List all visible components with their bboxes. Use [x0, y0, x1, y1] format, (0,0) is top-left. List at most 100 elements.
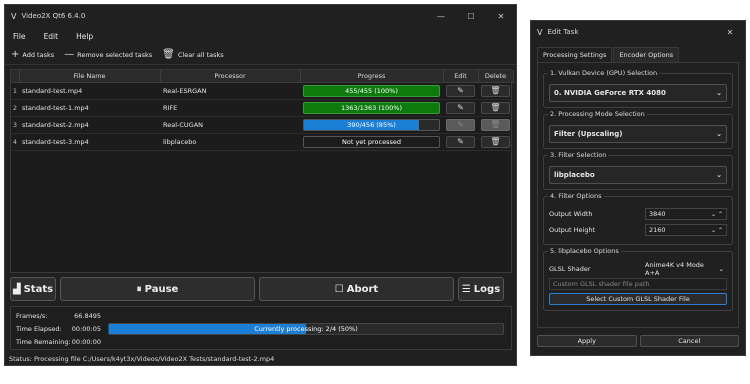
edit-task-button[interactable]: ✎	[446, 118, 475, 131]
header-index	[11, 70, 20, 83]
stats-panel: Frames/s: 66.8495 Time Elapsed: 00:00:05…	[10, 306, 512, 350]
delete-task-button[interactable]: 🗑	[481, 101, 510, 114]
table-row[interactable]: 1 standard-test.mp4 Real-ESRGAN 455/455 …	[11, 82, 513, 100]
stat-fps: Frames/s: 66.8495	[16, 312, 101, 320]
row-index: 1	[11, 82, 19, 100]
row-index: 3	[11, 116, 19, 134]
filter-select[interactable]: libplacebo ⌄	[549, 166, 727, 184]
shader-path-input[interactable]: Custom GLSL shader file path	[549, 278, 727, 290]
pause-button[interactable]: ⏸ Pause	[60, 277, 255, 301]
minus-icon: —	[64, 49, 75, 60]
table-row[interactable]: 4 standard-test-3.mp4 libplacebo Not yet…	[11, 133, 513, 151]
spin-arrows-icon[interactable]: ⌄ ⌃	[711, 211, 723, 218]
row-file-name[interactable]: standard-test-1.mp4	[19, 99, 160, 117]
delete-task-button[interactable]: 🗑	[481, 118, 510, 131]
tab-processing-settings[interactable]: Processing Settings	[537, 47, 613, 62]
filter-group: 3. Filter Selection libplacebo ⌄	[543, 151, 733, 190]
output-height-spinbox[interactable]: 2160 ⌄ ⌃	[645, 224, 727, 236]
libplacebo-group-title: 5. libplacebo Options	[548, 247, 621, 255]
chart-icon: ▟	[12, 283, 21, 295]
logs-button[interactable]: ☰ Logs	[458, 277, 504, 301]
mode-select-value: Filter (Upscaling)	[554, 130, 623, 138]
main-window: V Video2X Qt6 6.4.0 — ☐ ✕ File Edit Help…	[4, 4, 517, 366]
pencil-icon: ✎	[457, 102, 464, 112]
apply-button[interactable]: Apply	[537, 335, 637, 347]
pencil-icon: ✎	[457, 119, 464, 129]
chevron-down-icon: ⌄	[718, 265, 724, 273]
table-row[interactable]: 3 standard-test-2.mp4 Real-CUGAN 390/456…	[11, 116, 513, 134]
gpu-select[interactable]: 0. NVIDIA GeForce RTX 4080 ⌄	[549, 84, 727, 102]
elapsed-label: Time Elapsed:	[16, 325, 62, 333]
edit-task-button[interactable]: ✎	[446, 101, 475, 114]
table-row[interactable]: 2 standard-test-1.mp4 RIFE 1363/1363 (10…	[11, 99, 513, 117]
row-progress-bar: 390/456 (85%)	[303, 118, 440, 131]
menu-edit[interactable]: Edit	[44, 32, 59, 41]
row-file-name[interactable]: standard-test-2.mp4	[19, 116, 160, 134]
header-edit[interactable]: Edit	[443, 70, 479, 83]
edit-task-button[interactable]: ✎	[446, 84, 475, 97]
pencil-icon: ✎	[457, 85, 464, 95]
gpu-group-title: 1. Vulkan Device (GPU) Selection	[548, 69, 660, 77]
menu-file[interactable]: File	[13, 32, 26, 41]
dialog-titlebar: V Edit Task ✕	[531, 21, 745, 43]
delete-task-button[interactable]: 🗑	[481, 135, 510, 148]
close-button[interactable]: ✕	[486, 12, 516, 21]
libplacebo-group: 5. libplacebo Options GLSL Shader Anime4…	[543, 247, 733, 311]
glsl-shader-select[interactable]: Anime4K v4 Mode A+A ⌄	[645, 261, 727, 277]
row-processor: Real-ESRGAN	[160, 82, 300, 100]
row-progress-bar: Not yet processed	[303, 135, 440, 148]
chevron-down-icon: ⌄	[716, 171, 722, 179]
filter-select-value: libplacebo	[554, 171, 595, 179]
window-title: Video2X Qt6 6.4.0	[21, 12, 86, 20]
output-width-label: Output Width	[549, 210, 593, 218]
row-file-name[interactable]: standard-test-3.mp4	[19, 133, 160, 151]
fps-value: 66.8495	[74, 312, 101, 320]
spin-arrows-icon[interactable]: ⌄ ⌃	[711, 227, 723, 234]
toolbar: + Add tasks — Remove selected tasks 🗑 Cl…	[5, 45, 516, 65]
mode-select[interactable]: Filter (Upscaling) ⌄	[549, 125, 727, 143]
dialog-close-button[interactable]: ✕	[715, 28, 745, 37]
row-file-name[interactable]: standard-test.mp4	[19, 82, 160, 100]
output-width-row: Output Width 3840 ⌄ ⌃	[549, 207, 727, 221]
header-file-name[interactable]: File Name	[19, 70, 161, 83]
header-processor[interactable]: Processor	[160, 70, 301, 83]
row-progress-bar: 455/455 (100%)	[303, 84, 440, 97]
row-processor: RIFE	[160, 99, 300, 117]
menu-help[interactable]: Help	[76, 32, 93, 41]
abort-label: Abort	[346, 283, 379, 295]
output-width-value: 3840	[649, 210, 666, 218]
tab-encoder-options[interactable]: Encoder Options	[613, 47, 680, 62]
gpu-group: 1. Vulkan Device (GPU) Selection 0. NVID…	[543, 69, 733, 108]
add-tasks-button[interactable]: + Add tasks	[11, 49, 54, 60]
stats-label: Stats	[23, 283, 54, 295]
overall-progress-bar: Currently processing: 2/4 (50%)	[108, 323, 504, 335]
remove-selected-button[interactable]: — Remove selected tasks	[64, 49, 152, 60]
header-delete[interactable]: Delete	[478, 70, 514, 83]
remaining-value: 00:00:00	[71, 338, 101, 346]
stats-button[interactable]: ▟ Stats	[10, 277, 56, 301]
delete-task-button[interactable]: 🗑	[481, 84, 510, 97]
logs-label: Logs	[473, 283, 501, 295]
status-bar: Status: Processing file C:/Users/k4yt3x/…	[9, 355, 275, 363]
cancel-button[interactable]: Cancel	[639, 335, 739, 347]
dialog-tabs: Processing Settings Encoder Options	[531, 47, 745, 62]
stat-elapsed: Time Elapsed: 00:00:05	[16, 325, 101, 333]
maximize-button[interactable]: ☐	[456, 12, 486, 21]
abort-button[interactable]: ☐ Abort	[259, 277, 454, 301]
output-width-spinbox[interactable]: 3840 ⌄ ⌃	[645, 208, 727, 220]
minimize-button[interactable]: —	[426, 12, 456, 21]
remove-selected-label: Remove selected tasks	[77, 50, 153, 59]
stop-icon: ☐	[334, 283, 344, 295]
select-shader-button[interactable]: Select Custom GLSL Shader File	[549, 293, 727, 305]
dialog-buttons: Apply Cancel	[537, 335, 739, 347]
gpu-select-value: 0. NVIDIA GeForce RTX 4080	[554, 89, 666, 97]
glsl-shader-row: GLSL Shader Anime4K v4 Mode A+A ⌄	[549, 261, 727, 277]
edit-task-button[interactable]: ✎	[446, 135, 475, 148]
header-progress[interactable]: Progress	[300, 70, 444, 83]
glsl-shader-value: Anime4K v4 Mode A+A	[645, 261, 704, 277]
trash-icon: 🗑	[490, 119, 501, 129]
elapsed-value: 00:00:05	[71, 325, 101, 333]
clear-all-button[interactable]: 🗑 Clear all tasks	[162, 49, 224, 60]
clear-all-label: Clear all tasks	[177, 50, 224, 59]
pencil-icon: ✎	[457, 136, 464, 146]
